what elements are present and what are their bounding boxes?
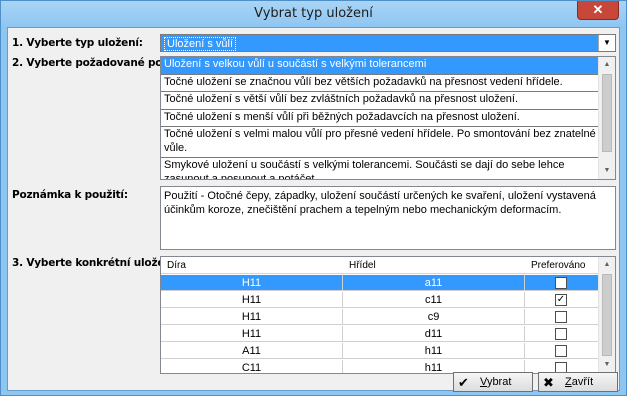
fit-type-select[interactable]: Uložení s vůlí ▼ <box>160 34 616 52</box>
table-row[interactable]: A11 h11 <box>161 343 599 359</box>
usage-list-scrollbar[interactable]: ▲ ▼ <box>598 57 615 179</box>
shaft-cell: a11 <box>343 275 525 291</box>
window-title: Vybrat typ uložení <box>254 6 373 21</box>
hole-cell: H11 <box>161 275 343 291</box>
table-row[interactable]: H11 a11 <box>161 275 599 291</box>
fit-table[interactable]: Díra Hřídel Preferováno H11 a11 H11 c11 ✓ H11… <box>160 256 616 374</box>
table-row[interactable]: H11 d11 <box>161 326 599 342</box>
scroll-thumb[interactable] <box>602 274 612 356</box>
shaft-cell: h11 <box>343 343 525 359</box>
column-header-hole[interactable]: Díra <box>167 260 186 271</box>
usage-list-item[interactable]: Uložení s velkou vůlí u součástí s velký… <box>161 57 599 75</box>
usage-list[interactable]: Uložení s velkou vůlí u součástí s velký… <box>160 56 616 180</box>
usage-list-item[interactable]: Smykové uložení u součástí s velkými tol… <box>161 158 599 179</box>
preferred-checkbox[interactable] <box>555 328 567 340</box>
preferred-cell <box>525 275 599 291</box>
fit-table-header: Díra Hřídel Preferováno <box>161 257 599 274</box>
specific-fit-label: 3. Vyberte konkrétní uložení: <box>12 257 179 269</box>
usage-list-item[interactable]: Točné uložení se značnou vůlí bez většíc… <box>161 75 599 92</box>
fit-type-selected-value: Uložení s vůlí <box>164 37 237 51</box>
close-button[interactable]: ✕ <box>577 1 619 20</box>
close-dialog-button[interactable]: ✖ Zavřít <box>538 372 618 392</box>
usage-list-items: Uložení s velkou vůlí u součástí s velký… <box>161 57 599 179</box>
usage-list-item[interactable]: Točné uložení s velmi malou vůlí pro pře… <box>161 127 599 158</box>
column-header-shaft[interactable]: Hřídel <box>349 260 376 271</box>
shaft-cell: d11 <box>343 326 525 342</box>
hole-cell: H11 <box>161 309 343 325</box>
preferred-cell <box>525 326 599 342</box>
usage-list-item[interactable]: Točné uložení s menší vůlí při běžných p… <box>161 110 599 127</box>
preferred-checkbox[interactable]: ✓ <box>555 294 567 306</box>
hole-cell: H11 <box>161 326 343 342</box>
hole-cell: H11 <box>161 292 343 308</box>
scroll-up-icon[interactable]: ▲ <box>599 257 615 273</box>
dialog-window: Vybrat typ uložení ✕ 1. Vyberte typ ulož… <box>0 0 627 396</box>
preferred-cell <box>525 343 599 359</box>
note-text: Použití - Otočné čepy, západky, uložení … <box>160 186 616 250</box>
table-row[interactable]: H11 c9 <box>161 309 599 325</box>
select-button-label: Vybrat <box>480 376 512 388</box>
table-row[interactable]: C11 h11 <box>161 360 599 373</box>
title-bar[interactable]: Vybrat typ uložení ✕ <box>1 1 626 27</box>
preferred-cell: ✓ <box>525 292 599 308</box>
column-header-preferred[interactable]: Preferováno <box>531 260 585 271</box>
fit-type-label: 1. Vyberte typ uložení: <box>12 37 143 49</box>
cross-icon: ✖ <box>543 375 554 390</box>
hole-cell: A11 <box>161 343 343 359</box>
usage-list-item[interactable]: Točné uložení s větší vůlí bez zvláštníc… <box>161 92 599 110</box>
preferred-checkbox[interactable] <box>555 345 567 357</box>
chevron-down-icon[interactable]: ▼ <box>598 35 615 51</box>
select-button[interactable]: ✔ Vybrat <box>453 372 533 392</box>
scroll-up-icon[interactable]: ▲ <box>599 57 615 73</box>
scroll-thumb[interactable] <box>602 74 612 152</box>
close-dialog-button-label: Zavřít <box>565 376 594 388</box>
shaft-cell: c9 <box>343 309 525 325</box>
preferred-checkbox[interactable] <box>555 311 567 323</box>
hole-cell: C11 <box>161 360 343 373</box>
note-label: Poznámka k použití: <box>12 189 128 201</box>
table-row[interactable]: H11 c11 ✓ <box>161 292 599 308</box>
check-icon: ✔ <box>458 375 469 390</box>
preferred-checkbox[interactable] <box>555 277 567 289</box>
fit-table-scrollbar[interactable]: ▲ ▼ <box>598 257 615 373</box>
dialog-body: 1. Vyberte typ uložení: Uložení s vůlí ▼… <box>7 27 620 392</box>
scroll-down-icon[interactable]: ▼ <box>599 163 615 179</box>
preferred-cell <box>525 309 599 325</box>
scroll-down-icon[interactable]: ▼ <box>599 357 615 373</box>
shaft-cell: c11 <box>343 292 525 308</box>
